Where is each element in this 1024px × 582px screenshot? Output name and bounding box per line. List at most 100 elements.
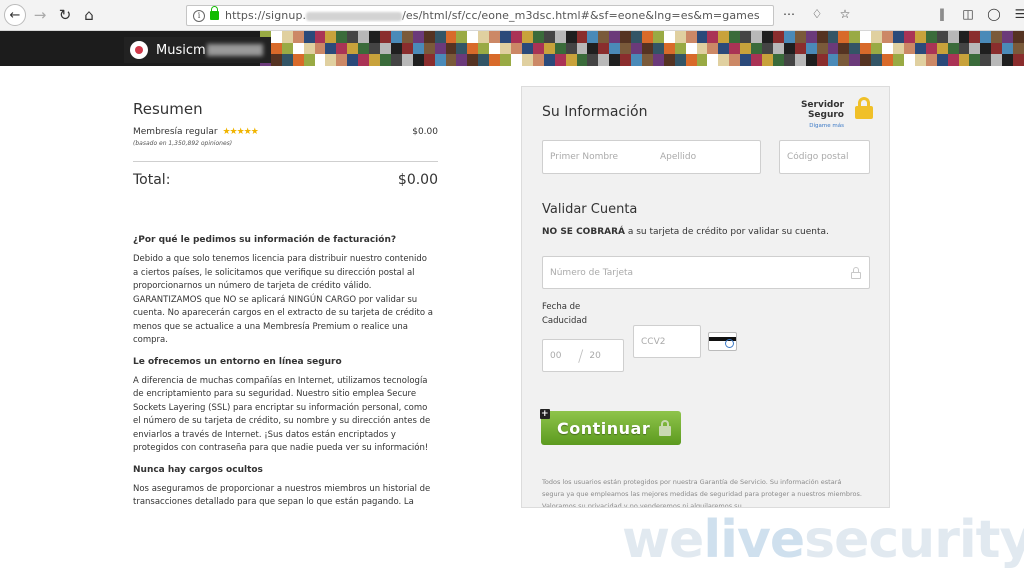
- brand-name: Musicm: [156, 42, 206, 58]
- continue-button[interactable]: + Continuar: [540, 409, 681, 445]
- signup-form-panel: Su Información Servidor Seguro Dígame má…: [521, 86, 890, 508]
- expiry-month-input[interactable]: [550, 350, 572, 361]
- account-icon[interactable]: ◯: [986, 7, 1002, 21]
- album-cover-tile: [543, 54, 555, 66]
- lock-icon[interactable]: [210, 6, 219, 20]
- album-cover-tile: [685, 31, 697, 43]
- album-cover-tile: [718, 31, 730, 43]
- album-cover-tile: [412, 54, 424, 66]
- album-cover-tile: [467, 54, 479, 66]
- album-cover-tile: [740, 31, 752, 43]
- faq-question: Le ofrecemos un entorno en línea seguro: [133, 356, 342, 367]
- album-cover-tile: [762, 54, 773, 66]
- postal-code-input[interactable]: [787, 152, 869, 162]
- album-cover-tile: [445, 42, 457, 55]
- album-cover-tile: [511, 42, 522, 55]
- album-cover-tile: [936, 42, 948, 55]
- album-cover-tile: [358, 31, 370, 43]
- album-cover-tile: [434, 42, 446, 55]
- album-cover-tile: [401, 54, 413, 66]
- album-cover-tile: [554, 54, 566, 66]
- info-icon[interactable]: i: [193, 9, 205, 22]
- album-cover-tile: [445, 31, 457, 43]
- album-cover-tile: [641, 31, 653, 43]
- album-cover-tile: [401, 42, 413, 55]
- card-number-input[interactable]: [550, 267, 830, 278]
- album-cover-tile: [598, 31, 610, 43]
- album-cover-tile: [620, 31, 632, 43]
- faq-answer: A diferencia de muchas compañías en Inte…: [133, 375, 431, 454]
- name-field-group: [542, 140, 761, 174]
- url-bar[interactable]: i https://signup./es/html/sf/cc/eone_m3d…: [186, 5, 774, 26]
- album-cover-tile: [620, 42, 632, 55]
- album-cover-tile: [500, 42, 512, 55]
- cvv-input[interactable]: [641, 336, 700, 347]
- album-cover-tile: [1002, 54, 1014, 66]
- tell-me-more-link[interactable]: Dígame más: [764, 123, 844, 129]
- plus-icon: +: [540, 409, 550, 419]
- album-cover-tile: [663, 31, 675, 43]
- album-cover-tile: [336, 54, 348, 66]
- album-cover-tile: [718, 42, 730, 55]
- card-number-field: [542, 256, 870, 289]
- no-charge-bold: NO SE COBRARÁ: [542, 227, 625, 237]
- home-icon[interactable]: ⌂: [78, 4, 100, 26]
- album-cover-tile: [925, 31, 937, 43]
- reload-icon[interactable]: ↻: [54, 4, 76, 26]
- membership-price: $0.00: [412, 127, 438, 137]
- expiry-year-input[interactable]: [589, 350, 612, 361]
- sidebar-icon[interactable]: ◫: [960, 7, 976, 21]
- album-cover-tile: [652, 42, 664, 55]
- album-cover-tile: [871, 31, 883, 43]
- album-cover-tile: [903, 42, 915, 55]
- album-cover-tile: [292, 42, 304, 55]
- faq-question: Nunca hay cargos ocultos: [133, 464, 263, 475]
- album-cover-tile: [598, 54, 610, 66]
- library-icon[interactable]: ‖: [934, 7, 950, 21]
- legal-text: Todos los usuarios están protegidos por …: [542, 478, 862, 508]
- album-cover-tile: [805, 31, 817, 43]
- opinions-note: (basado en 1,350,892 opiniones): [133, 140, 233, 147]
- album-cover-tile: [882, 54, 894, 66]
- pocket-icon[interactable]: ♢: [809, 7, 825, 21]
- album-cover-tile: [1013, 42, 1024, 55]
- album-cover-tile: [794, 42, 806, 55]
- faq-answer: Nos aseguramos de proporcionar a nuestro…: [133, 483, 431, 508]
- hamburger-menu-icon[interactable]: ☰: [1012, 7, 1024, 21]
- album-cover-tile: [805, 54, 817, 66]
- album-cover-tile: [434, 54, 446, 66]
- album-cover-tile: [707, 54, 719, 66]
- album-cover-tile: [554, 31, 566, 43]
- back-arrow-icon[interactable]: ←: [4, 4, 26, 26]
- album-cover-tile: [609, 54, 621, 66]
- album-cover-tile: [325, 54, 337, 66]
- album-cover-tile: [652, 31, 664, 43]
- album-cover-tile: [369, 42, 381, 55]
- album-cover-tile: [412, 31, 424, 43]
- first-name-input[interactable]: [550, 152, 648, 162]
- logo-icon: [130, 41, 148, 59]
- album-cover-tile: [729, 42, 741, 55]
- album-cover-tile: [827, 31, 839, 43]
- album-cover-tile: [489, 42, 501, 55]
- last-name-input[interactable]: [660, 152, 760, 162]
- album-cover-tile: [489, 54, 501, 66]
- album-cover-tile: [827, 42, 839, 55]
- album-cover-tile: [674, 54, 686, 66]
- site-logo[interactable]: Musicm: [124, 37, 271, 63]
- faq-section: ¿Por qué le pedimos su información de fa…: [133, 235, 433, 519]
- validate-section-title: Validar Cuenta: [542, 202, 638, 217]
- star-icon[interactable]: ☆: [837, 7, 853, 21]
- album-cover-tile: [358, 42, 370, 55]
- no-charge-notice: NO SE COBRARÁ a su tarjeta de crédito po…: [542, 227, 829, 237]
- album-cover-tile: [860, 54, 872, 66]
- album-cover-tile: [947, 54, 959, 66]
- forward-arrow-icon[interactable]: →: [29, 4, 51, 26]
- album-cover-tile: [587, 54, 599, 66]
- album-cover-tile: [947, 42, 959, 55]
- album-cover-tile: [838, 54, 850, 66]
- album-cover-tile: [816, 42, 828, 55]
- more-dots-icon[interactable]: ⋯: [781, 7, 797, 21]
- url-text[interactable]: https://signup./es/html/sf/cc/eone_m3dsc…: [225, 9, 760, 22]
- album-cover-tile: [543, 31, 555, 43]
